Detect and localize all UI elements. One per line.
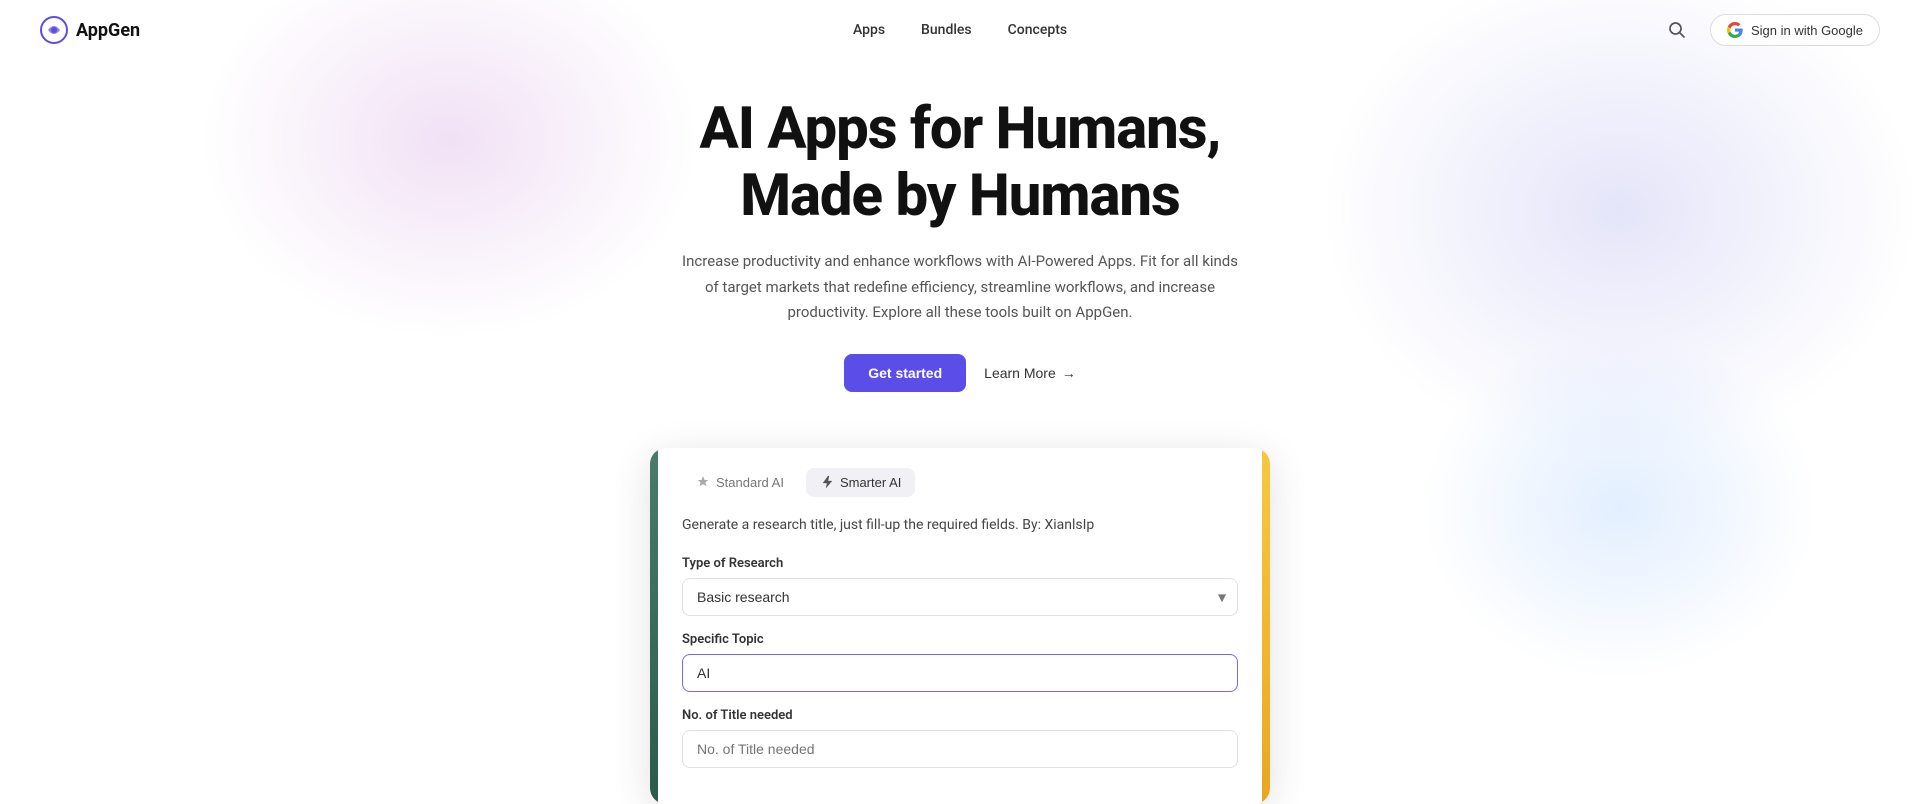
arrow-right-icon: → — [1062, 365, 1076, 381]
app-card-container: Standard AI Smarter AI Generate a resear… — [0, 448, 1920, 804]
card-description: Generate a research title, just fill-up … — [682, 515, 1238, 536]
hero-title: AI Apps for Humans, Made by Humans — [20, 96, 1900, 229]
learn-more-button[interactable]: Learn More → — [984, 365, 1076, 381]
specific-topic-input[interactable] — [682, 654, 1238, 692]
card-side-right — [1262, 448, 1270, 804]
search-icon — [1668, 21, 1686, 39]
logo[interactable]: AppGen — [40, 16, 140, 44]
specific-topic-label: Specific Topic — [682, 632, 1238, 647]
hero-buttons: Get started Learn More → — [20, 354, 1900, 392]
logo-text: AppGen — [76, 20, 140, 41]
nav-link-apps[interactable]: Apps — [853, 22, 885, 38]
type-of-research-select[interactable]: Basic research Applied research Explorat… — [682, 578, 1238, 616]
app-card: Standard AI Smarter AI Generate a resear… — [650, 448, 1270, 804]
sign-in-button[interactable]: Sign in with Google — [1710, 14, 1880, 46]
navbar: AppGen Apps Bundles Concepts Sign in wit… — [0, 0, 1920, 60]
type-of-research-group: Type of Research Basic research Applied … — [682, 556, 1238, 616]
card-side-left — [650, 448, 658, 804]
no-of-title-group: No. of Title needed — [682, 708, 1238, 768]
type-of-research-select-wrapper: Basic research Applied research Explorat… — [682, 578, 1238, 616]
star-icon — [696, 475, 710, 489]
nav-link-bundles[interactable]: Bundles — [921, 22, 972, 38]
specific-topic-group: Specific Topic — [682, 632, 1238, 692]
nav-links: Apps Bundles Concepts — [853, 22, 1067, 38]
bolt-icon — [820, 475, 834, 489]
hero-subtitle: Increase productivity and enhance workfl… — [680, 249, 1240, 326]
card-main: Standard AI Smarter AI Generate a resear… — [658, 448, 1262, 804]
nav-right: Sign in with Google — [1664, 14, 1880, 46]
get-started-button[interactable]: Get started — [844, 354, 966, 392]
tab-standard-ai[interactable]: Standard AI — [682, 468, 798, 497]
no-of-title-label: No. of Title needed — [682, 708, 1238, 723]
no-of-title-input[interactable] — [682, 730, 1238, 768]
tab-smarter-ai[interactable]: Smarter AI — [806, 468, 915, 497]
logo-icon — [40, 16, 68, 44]
sign-in-label: Sign in with Google — [1751, 23, 1863, 38]
nav-link-concepts[interactable]: Concepts — [1008, 22, 1067, 38]
search-button[interactable] — [1664, 17, 1690, 43]
type-of-research-label: Type of Research — [682, 556, 1238, 571]
google-icon — [1727, 22, 1743, 38]
hero-section: AI Apps for Humans, Made by Humans Incre… — [0, 60, 1920, 448]
card-tabs: Standard AI Smarter AI — [682, 468, 1238, 497]
